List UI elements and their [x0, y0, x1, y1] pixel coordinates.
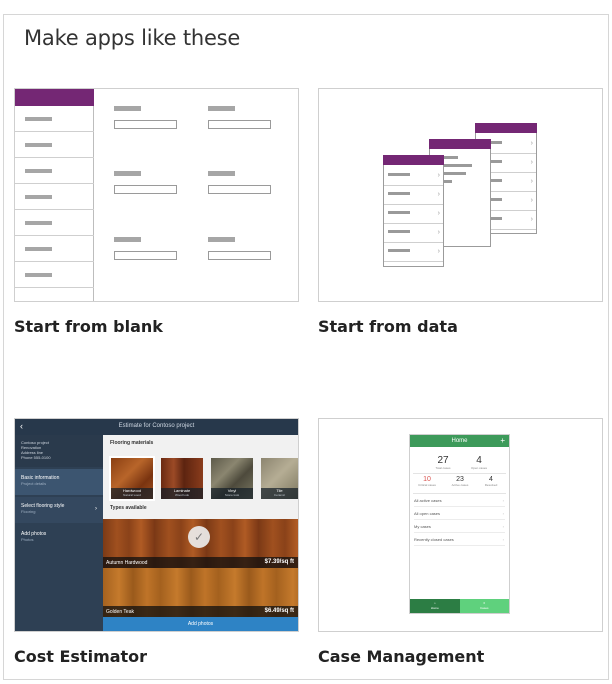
ce-preview-project-info: Contoso project Renovation Address line … [15, 435, 103, 467]
checkmark-icon: ✓ [188, 526, 210, 548]
ce-preview-nav-item: Add photos Photos [21, 531, 47, 542]
blank-preview-list [15, 89, 94, 301]
blank-preview-field-box [114, 251, 177, 260]
blank-preview-field-box [114, 120, 177, 129]
tile-label-start-from-blank[interactable]: Start from blank [14, 317, 163, 336]
blank-preview-row [15, 262, 94, 288]
ce-preview-nav-item: Basic information Project details [15, 469, 103, 495]
template-tile-case-management[interactable]: Home + 27 Total cases 4 Open cases 10 Cr… [318, 418, 603, 632]
blank-preview-field-label [208, 237, 235, 242]
blank-preview-row [15, 210, 94, 236]
ce-preview-main: Flooring materials Hardwood Natural wood … [103, 435, 298, 631]
ce-preview-flooring-thumb: Laminate Wood look [161, 458, 203, 499]
ce-preview-title: Estimate for Contoso project [118, 423, 195, 429]
cm-preview-stat: 4 Resolved [484, 476, 498, 487]
cm-preview-stat: 4 Open cases [470, 455, 487, 470]
ce-preview-titlebar: ‹ Estimate for Contoso project [15, 419, 298, 435]
ce-preview-flooring-thumb: Vinyl Stone look [211, 458, 253, 499]
tile-label-cost-estimator[interactable]: Cost Estimator [14, 647, 147, 666]
ce-preview-type-card: ✓ Autumn Hardwood $7.39/sq ft [103, 519, 298, 568]
tile-label-case-management[interactable]: Case Management [318, 647, 484, 666]
blank-preview-field-box [114, 185, 177, 194]
chevron-right-icon: › [95, 506, 97, 512]
ce-preview-nav-item: Select flooring style Flooring › [15, 497, 103, 523]
blank-preview-field-box [208, 120, 271, 129]
blank-preview-field-box [208, 185, 271, 194]
blank-preview-field-label [114, 237, 141, 242]
template-tile-start-from-blank[interactable] [14, 88, 299, 302]
blank-preview-row [15, 158, 94, 184]
panel-heading: Make apps like these [24, 26, 241, 50]
plus-icon: + [500, 436, 505, 445]
ce-preview-flooring-thumb: Tile Ceramic [261, 458, 298, 499]
ce-preview-flooring-thumb: Hardwood Natural wood [109, 456, 155, 501]
blank-preview-row [15, 236, 94, 262]
ce-preview-sidebar: Contoso project Renovation Address line … [15, 435, 103, 631]
cm-preview-stat: 23 Active cases [451, 476, 469, 487]
blank-preview-field-label [114, 106, 141, 111]
blank-preview-row [15, 184, 94, 210]
cm-preview-bottom-bar: ⌂ Home ≡ Cases [410, 599, 509, 613]
ce-preview-type-card: Golden Teak $6.49/sq ft [103, 568, 298, 617]
blank-preview-header [15, 89, 94, 106]
blank-preview-row [15, 132, 94, 158]
data-preview-document-front: › › › › › [383, 155, 444, 267]
blank-preview-field-label [208, 171, 235, 176]
blank-preview-row [15, 106, 94, 132]
cm-preview-phone: Home + 27 Total cases 4 Open cases 10 Cr… [409, 434, 510, 614]
blank-preview-field-label [208, 106, 235, 111]
template-tile-cost-estimator[interactable]: ‹ Estimate for Contoso project Contoso p… [14, 418, 299, 632]
blank-preview-field-label [114, 171, 141, 176]
ce-preview-section-types: Types available [110, 505, 147, 511]
ce-preview-section-flooring: Flooring materials [110, 440, 154, 446]
cm-preview-link: My cases › [414, 521, 505, 533]
cm-preview-link: All open cases › [414, 508, 505, 520]
template-tile-start-from-data[interactable]: › › › › › › › › › › [318, 88, 603, 302]
cm-preview-stat: 10 Critical cases [418, 476, 436, 487]
cm-preview-link: Recently closed cases › [414, 534, 505, 546]
tile-label-start-from-data[interactable]: Start from data [318, 317, 458, 336]
cm-preview-stat: 27 Total cases [435, 455, 451, 470]
cm-preview-link: All active cases › [414, 495, 505, 507]
cm-preview-titlebar: Home + [410, 435, 509, 447]
blank-preview-field-box [208, 251, 271, 260]
ce-preview-add-photos-button: Add photos [103, 617, 298, 631]
